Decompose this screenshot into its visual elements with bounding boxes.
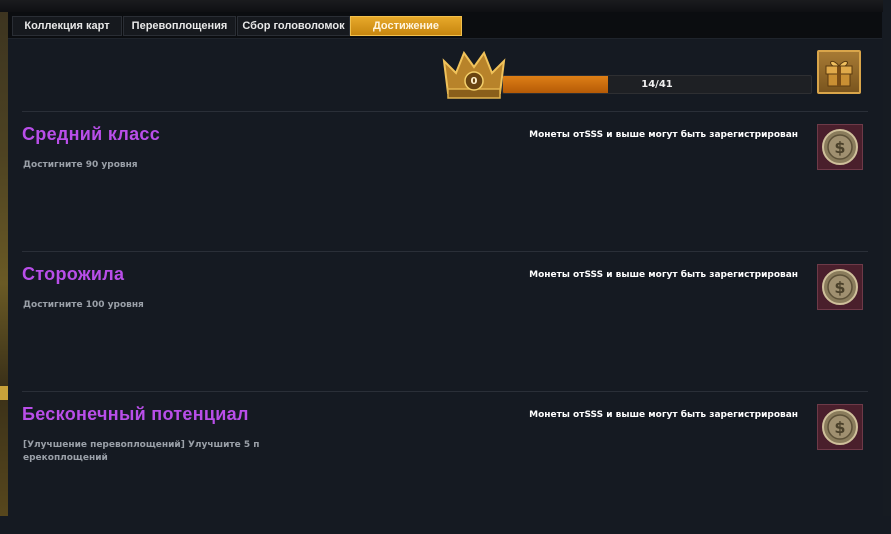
tab-reincarnations[interactable]: Перевоплощения: [123, 16, 236, 36]
reward-slot[interactable]: $: [817, 124, 863, 170]
achievement-note: Монеты отSSS и выше могут быть зарегистр…: [529, 410, 798, 420]
game-background-left: [0, 0, 8, 516]
tab-achievements[interactable]: Достижение: [350, 16, 462, 36]
divider: [22, 391, 868, 392]
crown-value: 0: [470, 76, 478, 87]
achievement-progress: 14/41 0: [440, 46, 872, 106]
tab-puzzle-collection[interactable]: Сбор головоломок: [237, 16, 350, 36]
achievement-description: [Улучшение перевоплощений] Улучшите 5 п …: [23, 440, 260, 463]
achievement-note: Монеты отSSS и выше могут быть зарегистр…: [529, 130, 798, 140]
progress-text: 14/41: [641, 79, 673, 90]
progress-bar: 14/41: [502, 75, 812, 94]
achievement-title: Средний класс: [22, 124, 161, 144]
svg-text:$: $: [834, 278, 845, 297]
achievement-item: Сторожила Достигните 100 уровня Монеты о…: [8, 264, 882, 394]
achievement-title: Сторожила: [22, 264, 125, 284]
reward-slot[interactable]: $: [817, 264, 863, 310]
achievement-note: Монеты отSSS и выше могут быть зарегистр…: [529, 270, 798, 280]
window-title-strip: [0, 0, 891, 12]
gift-icon: [825, 60, 853, 87]
divider: [22, 111, 868, 112]
achievement-item: Бесконечный потенциал [Улучшение перевоп…: [8, 404, 882, 534]
coin-icon: $: [822, 269, 858, 305]
game-background-right: [883, 0, 891, 516]
tab-card-collection[interactable]: Коллекция карт: [12, 16, 122, 36]
achievement-title: Бесконечный потенциал: [22, 404, 249, 424]
achievement-description: Достигните 100 уровня: [23, 300, 144, 310]
achievement-description: Достигните 90 уровня: [23, 160, 138, 170]
svg-text:$: $: [834, 418, 845, 437]
divider: [22, 251, 868, 252]
reward-slot[interactable]: $: [817, 404, 863, 450]
achievements-window: Коллекция карт Перевоплощения Сбор голов…: [8, 12, 882, 516]
gift-reward-button[interactable]: [817, 50, 861, 94]
coin-icon: $: [822, 129, 858, 165]
crown-icon: [442, 50, 506, 99]
coin-icon: $: [822, 409, 858, 445]
tab-bar: Коллекция карт Перевоплощения Сбор голов…: [8, 12, 882, 39]
svg-text:$: $: [834, 138, 845, 157]
achievement-item: Средний класс Достигните 90 уровня Монет…: [8, 124, 882, 254]
